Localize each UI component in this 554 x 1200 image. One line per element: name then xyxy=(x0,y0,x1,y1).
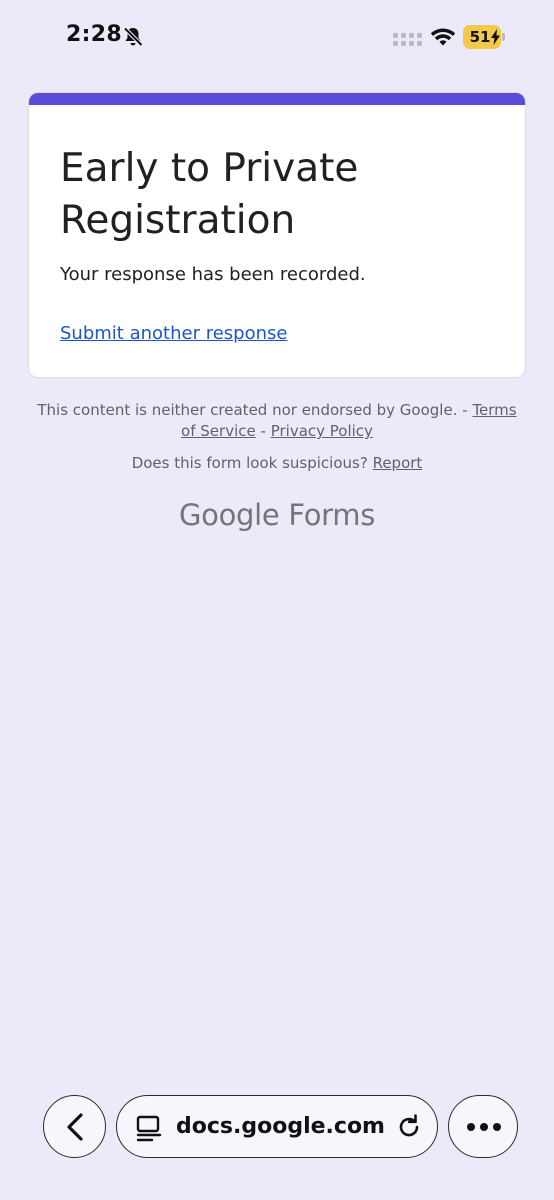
submit-another-response-link[interactable]: Submit another response xyxy=(60,323,287,344)
battery-cap xyxy=(502,33,505,41)
disclaimer: This content is neither created nor endo… xyxy=(30,400,524,442)
signal-icon xyxy=(393,33,422,46)
disclaimer-text: This content is neither created nor endo… xyxy=(37,401,468,419)
suspicious-form-notice: Does this form look suspicious? Report xyxy=(30,454,524,472)
site-info-icon xyxy=(136,1115,162,1142)
privacy-policy-link[interactable]: Privacy Policy xyxy=(271,422,373,440)
more-icon xyxy=(467,1123,501,1131)
address-bar[interactable]: docs.google.com xyxy=(116,1095,438,1158)
battery-charging-icon: 51 xyxy=(463,25,505,49)
response-recorded-message: Your response has been recorded. xyxy=(60,264,366,285)
google-forms-logo[interactable]: Google Forms xyxy=(0,498,554,532)
form-card: Early to Private Registration Your respo… xyxy=(28,92,526,378)
battery-level: 51 xyxy=(469,28,491,46)
report-link[interactable]: Report xyxy=(373,454,423,472)
logo-google-text: Google xyxy=(178,498,280,532)
status-bar: 2:28 51 xyxy=(0,0,554,76)
back-button[interactable] xyxy=(43,1095,106,1158)
page: 2:28 51 Early to Private Registration Yo… xyxy=(0,0,554,1200)
back-icon xyxy=(67,1113,83,1141)
reload-icon[interactable] xyxy=(395,1113,423,1141)
more-button[interactable] xyxy=(448,1095,518,1158)
url-text: docs.google.com xyxy=(176,1114,385,1139)
bolt-icon xyxy=(491,29,500,45)
status-time: 2:28 xyxy=(66,22,122,47)
wifi-icon xyxy=(430,28,456,46)
suspicious-text: Does this form look suspicious? xyxy=(131,454,368,472)
bell-slash-icon xyxy=(123,27,143,47)
footer-separator: - xyxy=(260,422,266,440)
form-title: Early to Private Registration xyxy=(60,146,359,243)
card-accent-bar xyxy=(29,93,525,105)
logo-forms-text: Forms xyxy=(288,498,376,532)
